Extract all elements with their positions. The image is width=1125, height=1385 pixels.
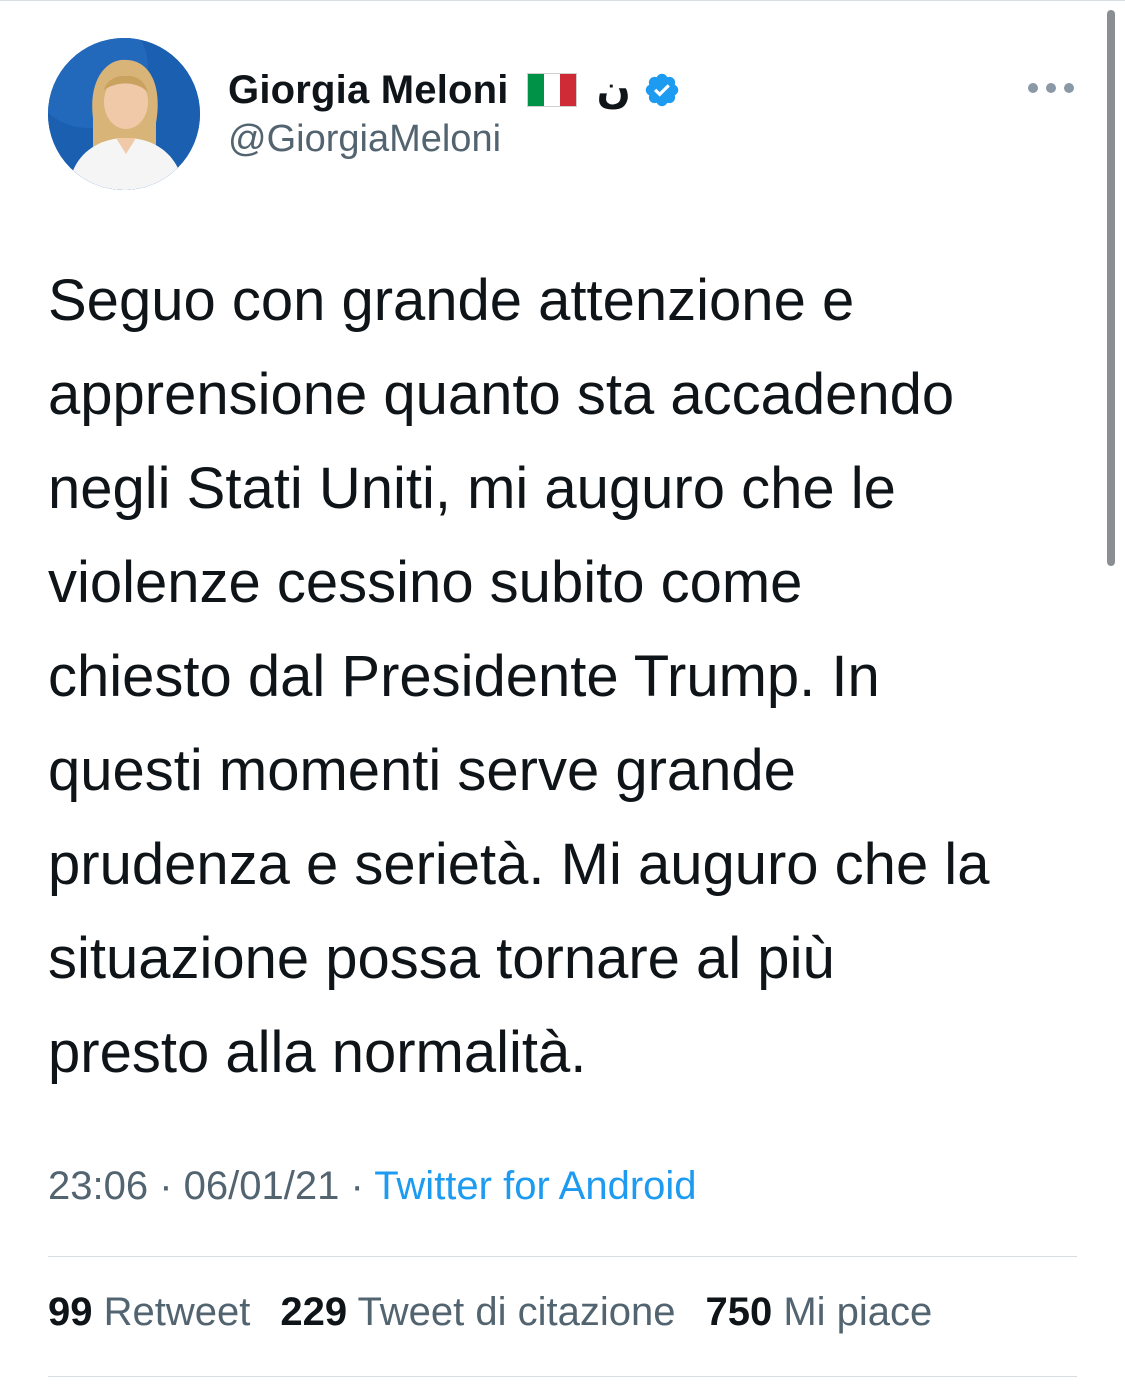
tweet-line: negli Stati Uniti, mi auguro che le bbox=[48, 456, 896, 521]
meta-separator: · bbox=[148, 1164, 184, 1208]
likes-label: Mi piace bbox=[783, 1290, 933, 1334]
likes-stat[interactable]: 750 Mi piace bbox=[705, 1290, 932, 1335]
tweet-stats: 99 Retweet 229 Tweet di citazione 750 Mi… bbox=[48, 1290, 932, 1335]
stats-bottom-divider bbox=[48, 1376, 1077, 1377]
avatar[interactable] bbox=[48, 38, 200, 190]
stats-top-divider bbox=[48, 1256, 1077, 1257]
tweet-source-link[interactable]: Twitter for Android bbox=[374, 1164, 696, 1208]
tweet-text: Seguo con grande attenzione e apprension… bbox=[48, 254, 1088, 1100]
likes-count: 750 bbox=[705, 1290, 773, 1334]
quote-tweets-label: Tweet di citazione bbox=[357, 1290, 676, 1334]
avatar-image bbox=[48, 38, 200, 190]
tweet-line: prudenza e serietà. Mi auguro che la bbox=[48, 832, 990, 897]
quote-tweets-count: 229 bbox=[280, 1290, 348, 1334]
tweet-time[interactable]: 23:06 bbox=[48, 1164, 148, 1208]
retweets-label: Retweet bbox=[103, 1290, 251, 1334]
tweet-line: Seguo con grande attenzione e bbox=[48, 268, 855, 333]
verified-badge-icon bbox=[643, 71, 681, 109]
arabic-nun-text: ن bbox=[596, 67, 631, 113]
scrollbar[interactable] bbox=[1107, 10, 1115, 566]
tweet-line: questi momenti serve grande bbox=[48, 738, 796, 803]
italy-flag-icon bbox=[526, 73, 577, 107]
retweets-stat[interactable]: 99 Retweet bbox=[48, 1290, 250, 1335]
author-display-name[interactable]: Giorgia Meloni bbox=[228, 68, 509, 113]
retweets-count: 99 bbox=[48, 1290, 93, 1334]
more-options-icon[interactable] bbox=[1028, 76, 1074, 100]
tweet-meta: 23:06 · 06/01/21 · Twitter for Android bbox=[48, 1164, 697, 1209]
tweet-line: apprensione quanto sta accadendo bbox=[48, 362, 955, 427]
tweet-line: situazione possa tornare al più bbox=[48, 926, 835, 991]
tweet-date[interactable]: 06/01/21 bbox=[184, 1164, 340, 1208]
meta-separator: · bbox=[339, 1164, 375, 1208]
quote-tweets-stat[interactable]: 229 Tweet di citazione bbox=[280, 1290, 675, 1335]
tweet-line: violenze cessino subito come bbox=[48, 550, 803, 615]
tweet-line: chiesto dal Presidente Trump. In bbox=[48, 644, 880, 709]
author-name-row: Giorgia Meloni ن bbox=[228, 64, 681, 116]
author-handle[interactable]: @GiorgiaMeloni bbox=[228, 118, 501, 161]
tweet-line: presto alla normalità. bbox=[48, 1020, 587, 1085]
top-divider bbox=[0, 0, 1125, 1]
